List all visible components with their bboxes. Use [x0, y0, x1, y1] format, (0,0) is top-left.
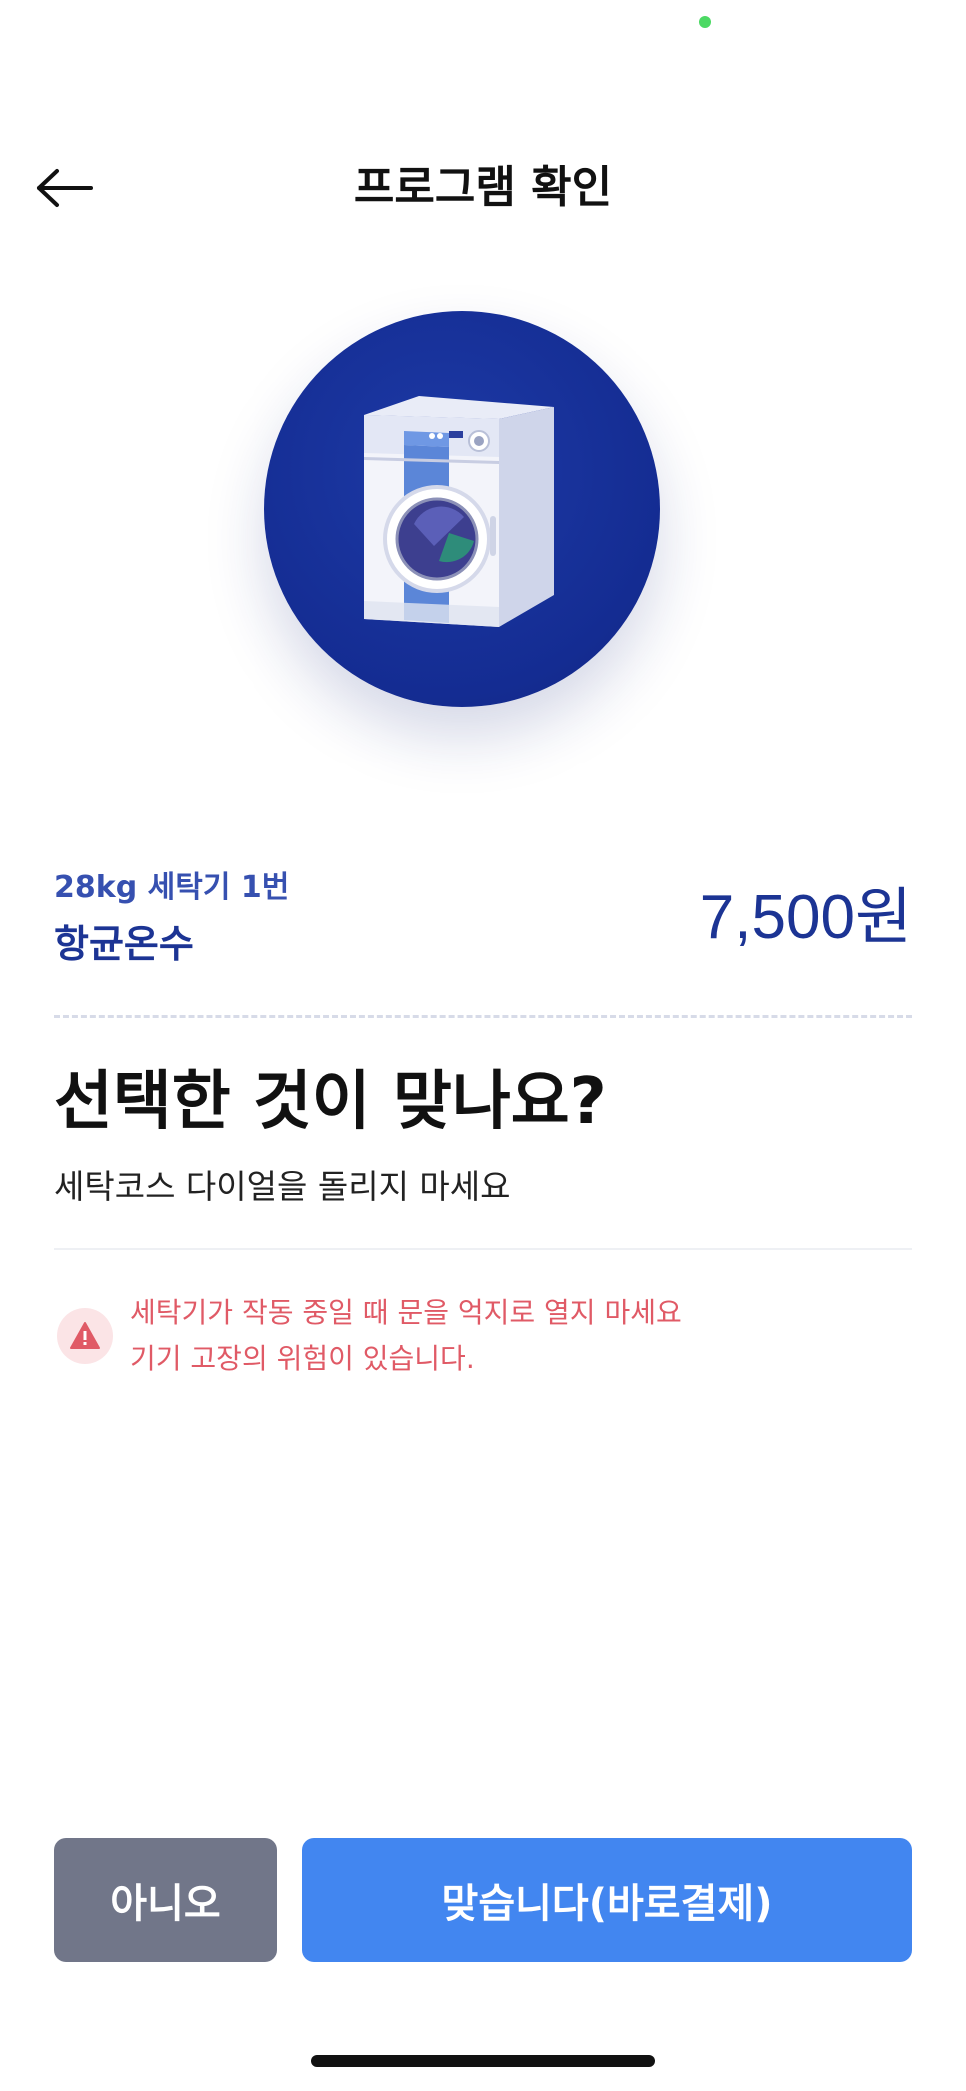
confirm-question: 선택한 것이 맞나요? [54, 1065, 607, 1139]
confirm-pay-button[interactable]: 맞습니다(바로결제) [302, 1838, 912, 1962]
warning-line-1: 세탁기가 작동 중일 때 문을 억지로 열지 마세요 [130, 1296, 682, 1329]
washing-machine-icon [364, 396, 554, 627]
warning-badge [57, 1308, 113, 1364]
confirm-instruction: 세탁코스 다이얼을 돌리지 마세요 [54, 1167, 511, 1206]
warning-text: 세탁기가 작동 중일 때 문을 억지로 열지 마세요 기기 고장의 위험이 있습… [130, 1290, 682, 1382]
page-title: 프로그램 확인 [353, 162, 613, 213]
program-confirm-screen: 프로그램 확인 28kg 세탁기 1번 항균온수 7,500원 선택한 것이 맞… [0, 0, 966, 2091]
price: 7,500원 [699, 883, 912, 952]
status-indicator-dot [699, 16, 711, 28]
warning-triangle-icon [70, 1322, 100, 1349]
warning-notice: 세탁기가 작동 중일 때 문을 억지로 열지 마세요 기기 고장의 위험이 있습… [54, 1290, 912, 1400]
warning-line-2: 기기 고장의 위험이 있습니다. [130, 1342, 475, 1375]
no-button[interactable]: 아니오 [54, 1838, 277, 1962]
hero-illustration [264, 311, 660, 707]
course-name: 항균온수 [54, 922, 194, 966]
divider [54, 1248, 912, 1250]
home-indicator[interactable] [311, 2055, 655, 2067]
header: 프로그램 확인 [0, 140, 966, 236]
product-info: 28kg 세탁기 1번 항균온수 7,500원 [54, 860, 912, 980]
machine-name: 28kg 세탁기 1번 [54, 870, 290, 905]
dashed-divider [54, 1015, 912, 1018]
